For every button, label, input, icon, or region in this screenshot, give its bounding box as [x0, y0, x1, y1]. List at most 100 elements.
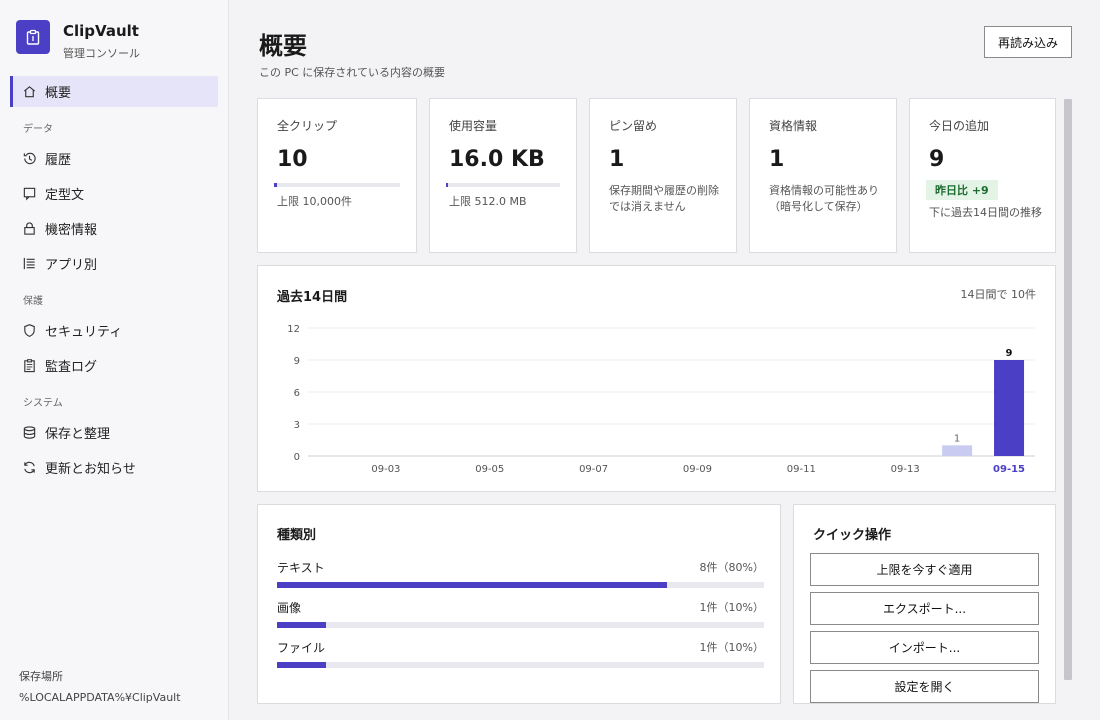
- x-tick-label: 09-03: [371, 464, 400, 475]
- sidebar-item-overview[interactable]: 概要: [10, 76, 218, 107]
- sidebar-item-history[interactable]: 履歴: [10, 143, 218, 174]
- stat-label: 今日の追加: [929, 119, 990, 133]
- brand: ClipVault 管理コンソール: [16, 20, 140, 61]
- y-tick-label: 9: [294, 356, 300, 367]
- snippet-icon: [23, 187, 36, 201]
- y-tick-label: 3: [294, 420, 300, 431]
- x-tick-label: 09-13: [891, 464, 920, 475]
- page-subtitle: この PC に保存されている内容の概要: [259, 66, 445, 79]
- x-tick-label: 09-11: [787, 464, 816, 475]
- stat-card-pinned: ピン留め 1 保存期間や履歴の削除では消えません: [589, 98, 737, 253]
- stat-note: 上限 10,000件: [277, 195, 352, 208]
- y-tick-label: 12: [287, 324, 300, 335]
- sidebar-item-label: セキュリティ: [45, 325, 123, 340]
- clipboard-logo-icon: [16, 20, 50, 54]
- chart-card: 過去14日間 14日間で 10件 0 3 6 9 12 09-03 09-05 09-07 09…: [257, 265, 1056, 492]
- sidebar-item-snippets[interactable]: 定型文: [10, 178, 218, 209]
- sidebar-item-updates[interactable]: 更新とお知らせ: [10, 452, 218, 483]
- type-row-text: テキスト 8件（80%）: [277, 559, 764, 588]
- usage-progress-fill: [274, 183, 277, 187]
- type-name: ファイル: [277, 641, 326, 655]
- types-title: 種類別: [277, 528, 317, 543]
- type-share-bar: [277, 662, 764, 668]
- sidebar-item-audit-log[interactable]: 監査ログ: [10, 350, 218, 381]
- type-share-bar: [277, 622, 764, 628]
- chart-bar: [994, 360, 1025, 456]
- usage-progress-bar: [446, 183, 560, 187]
- types-card: 種類別 テキスト 8件（80%） 画像 1件（10%） ファイル 1件（10%）: [257, 504, 781, 704]
- sidebar-item-label: 更新とお知らせ: [45, 462, 136, 477]
- quick-actions-title: クイック操作: [813, 528, 892, 543]
- x-tick-label: 09-07: [579, 464, 608, 475]
- sidebar-section-data: データ: [23, 124, 53, 135]
- chart-bar: [942, 445, 973, 456]
- y-tick-label: 6: [294, 388, 300, 399]
- sidebar-item-label: 履歴: [45, 153, 72, 168]
- sidebar-item-secrets[interactable]: 機密情報: [10, 213, 218, 244]
- storage-location: 保存場所 %LOCALAPPDATA%¥ClipVault: [19, 666, 181, 708]
- stat-note: 資格情報の可能性あり（暗号化して保存）: [769, 184, 879, 213]
- app-subtitle: 管理コンソール: [63, 47, 140, 60]
- sidebar-item-label: 定型文: [45, 188, 85, 203]
- sidebar-item-security[interactable]: セキュリティ: [10, 315, 218, 346]
- type-name: 画像: [277, 601, 302, 615]
- stat-label: 全クリップ: [277, 119, 338, 133]
- sidebar-item-apps[interactable]: アプリ別: [10, 248, 218, 279]
- stat-note: 上限 512.0 MB: [449, 195, 527, 208]
- database-icon: [23, 426, 36, 439]
- stat-note: 下に過去14日間の推移: [929, 206, 1042, 219]
- shield-icon: [24, 324, 35, 338]
- type-row-file: ファイル 1件（10%）: [277, 639, 764, 668]
- sidebar-item-label: 保存と整理: [45, 427, 111, 442]
- import-button[interactable]: インポート...: [810, 631, 1039, 664]
- list-icon: [23, 257, 35, 270]
- storage-label: 保存場所: [19, 670, 63, 683]
- usage-progress-fill: [446, 183, 449, 187]
- stat-card-total-clips: 全クリップ 10 上限 10,000件: [257, 98, 417, 253]
- app-name: ClipVault: [63, 22, 139, 40]
- stat-label: ピン留め: [609, 119, 658, 133]
- lock-icon: [24, 222, 35, 235]
- type-count: 1件（10%）: [699, 641, 764, 654]
- x-tick-label: 09-05: [475, 464, 504, 475]
- sidebar-item-storage[interactable]: 保存と整理: [10, 417, 218, 448]
- home-icon: [23, 86, 36, 98]
- refresh-icon: [24, 461, 35, 474]
- stat-card-today-added: 今日の追加 9 昨日比 +9 下に過去14日間の推移: [909, 98, 1056, 253]
- delta-badge: 昨日比 +9: [926, 180, 998, 200]
- sidebar-section-system: システム: [23, 398, 63, 409]
- stat-label: 資格情報: [769, 119, 818, 133]
- open-settings-button[interactable]: 設定を開く: [810, 670, 1039, 703]
- export-button[interactable]: エクスポート...: [810, 592, 1039, 625]
- type-row-image: 画像 1件（10%）: [277, 599, 764, 628]
- stat-note: 保存期間や履歴の削除では消えません: [609, 184, 719, 213]
- data-label: 1: [954, 433, 960, 444]
- data-label: 9: [1006, 348, 1013, 359]
- type-share-fill: [277, 662, 326, 668]
- type-share-fill: [277, 622, 326, 628]
- sidebar-item-label: 機密情報: [45, 223, 98, 238]
- apply-limits-button[interactable]: 上限を今すぐ適用: [810, 553, 1039, 586]
- stat-value: 10: [277, 147, 308, 172]
- type-count: 8件（80%）: [699, 561, 764, 574]
- stat-value: 16.0 KB: [449, 147, 545, 172]
- x-tick-label: 09-15: [993, 464, 1025, 475]
- sidebar: ClipVault 管理コンソール 概要 データ 履歴 定型文 機密情報 アプリ…: [0, 0, 229, 720]
- reload-button[interactable]: 再読み込み: [984, 26, 1072, 58]
- quick-actions-card: クイック操作 上限を今すぐ適用 エクスポート... インポート... 設定を開く: [793, 504, 1056, 704]
- daily-bar-chart: 0 3 6 9 12 09-03 09-05 09-07 09-09 09-11 09-13 1 9 09…: [287, 324, 1035, 475]
- storage-path: %LOCALAPPDATA%¥ClipVault: [19, 691, 181, 704]
- usage-progress-bar: [274, 183, 400, 187]
- x-tick-label: 09-09: [683, 464, 712, 475]
- sidebar-item-label: アプリ別: [45, 258, 98, 273]
- sidebar-section-protection: 保護: [23, 296, 43, 307]
- stat-value: 1: [609, 147, 625, 172]
- sidebar-item-label: 概要: [45, 86, 72, 101]
- type-count: 1件（10%）: [699, 601, 764, 614]
- sidebar-item-label: 監査ログ: [45, 360, 98, 375]
- type-name: テキスト: [277, 561, 325, 575]
- clipboard-log-icon: [24, 359, 35, 373]
- page-title: 概要: [259, 32, 307, 60]
- scrollbar[interactable]: [1064, 99, 1072, 680]
- history-icon: [23, 152, 36, 165]
